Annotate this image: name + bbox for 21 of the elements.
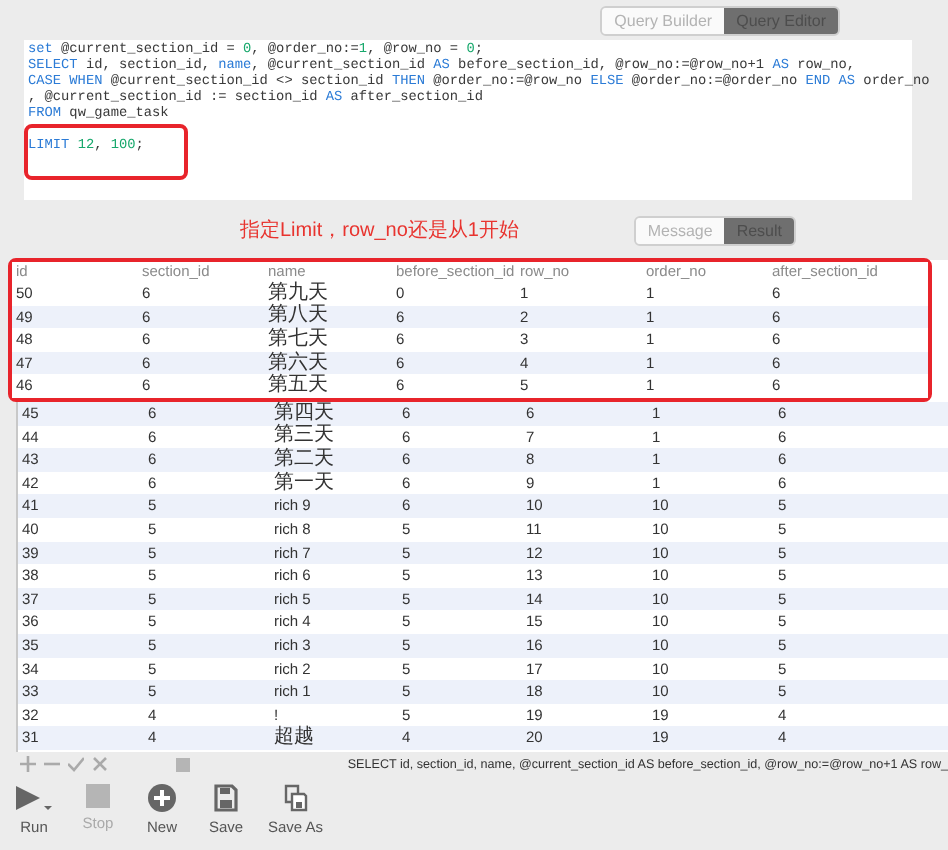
table-cell-text: 第一天 bbox=[272, 473, 336, 494]
table-cell-text: 第三天 bbox=[272, 426, 336, 447]
table-cell-text: 第二天 bbox=[272, 449, 336, 470]
plus-circle-icon bbox=[148, 784, 176, 812]
check-icon[interactable] bbox=[68, 756, 84, 772]
close-icon[interactable] bbox=[92, 756, 108, 772]
result-tab[interactable]: Message bbox=[635, 217, 725, 243]
copy-disk-icon bbox=[283, 784, 308, 812]
table-cell-text: 第八天 bbox=[266, 306, 330, 327]
table-cell-text: 第六天 bbox=[266, 353, 330, 374]
table-cell-text: 超越 bbox=[272, 728, 316, 749]
play-icon bbox=[14, 784, 54, 812]
mode-tab[interactable]: Query Builder bbox=[602, 7, 725, 33]
add-icon[interactable] bbox=[20, 756, 36, 772]
table-cell-text: 第四天 bbox=[272, 403, 336, 424]
table-cell-text: 第五天 bbox=[266, 376, 330, 397]
table-cell-text: 第九天 bbox=[266, 283, 330, 304]
stop-icon[interactable] bbox=[176, 757, 190, 771]
annotation-text: 指定Limit，row_no还是从1开始 bbox=[240, 217, 519, 244]
table-cell-text: 第七天 bbox=[266, 329, 330, 350]
stop-icon bbox=[86, 784, 110, 808]
